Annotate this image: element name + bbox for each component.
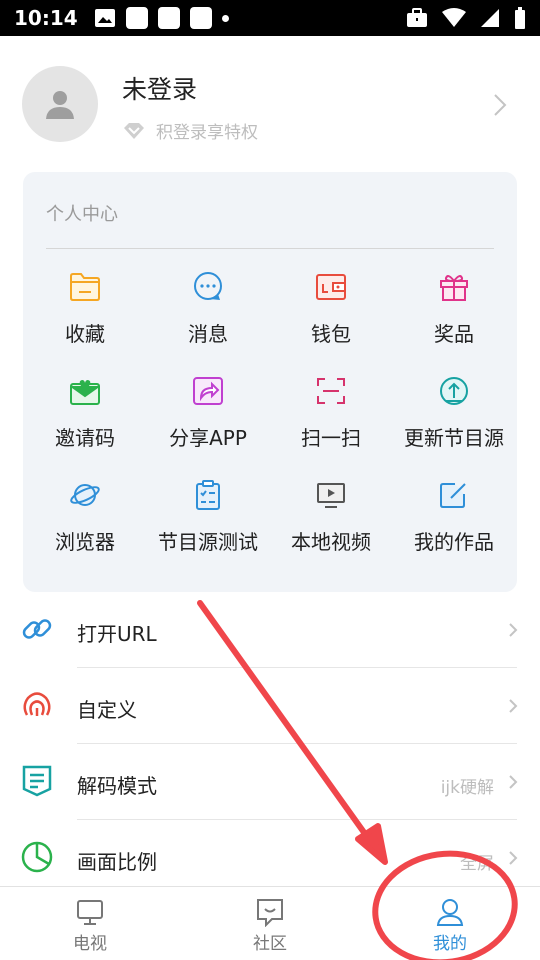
chevron-right-icon bbox=[509, 623, 518, 637]
personal-center-grid: 收藏 消息 钱包 奖品 邀请码 分享APP 扫一扫 更新节目源 浏览器 节目源测… bbox=[23, 270, 517, 582]
login-privilege-hint: 积登录享特权 bbox=[122, 118, 258, 143]
grid-item-scan[interactable]: 扫一扫 bbox=[269, 374, 393, 478]
grid-item-wallet[interactable]: 钱包 bbox=[269, 270, 393, 374]
image-notification-icon bbox=[94, 9, 115, 27]
grid-item-favorites[interactable]: 收藏 bbox=[23, 270, 147, 374]
status-time: 10:14 bbox=[14, 6, 78, 30]
personal-center-card: 个人中心 收藏 消息 钱包 奖品 邀请码 分享APP 扫一扫 更新节目源 浏览器… bbox=[23, 172, 517, 592]
app-notification-icon bbox=[189, 7, 212, 29]
clipboard-test-icon bbox=[191, 478, 225, 512]
folder-icon bbox=[68, 270, 102, 304]
more-notifications-dot-icon bbox=[221, 14, 229, 22]
grid-item-invite-code[interactable]: 邀请码 bbox=[23, 374, 147, 478]
gift-icon bbox=[437, 270, 471, 304]
menu-item-decode-mode[interactable]: 解码模式 ijk硬解 bbox=[0, 744, 540, 820]
wallet-icon bbox=[314, 270, 348, 304]
aspect-ratio-value: 全屏 bbox=[460, 854, 494, 874]
app-notification-icon bbox=[157, 7, 180, 29]
tab-mine[interactable]: 我的 bbox=[360, 887, 540, 960]
pie-ratio-icon bbox=[21, 841, 53, 873]
menu-item-aspect-ratio[interactable]: 画面比例 全屏 bbox=[0, 820, 540, 896]
menu-item-open-url[interactable]: 打开URL bbox=[0, 592, 540, 668]
chevron-right-icon bbox=[509, 699, 518, 713]
monitor-play-icon bbox=[314, 478, 348, 512]
grid-item-messages[interactable]: 消息 bbox=[146, 270, 270, 374]
chat-community-icon bbox=[257, 899, 283, 927]
tab-community[interactable]: 社区 bbox=[180, 887, 360, 960]
diamond-icon bbox=[124, 122, 144, 139]
login-privilege-text: 积登录享特权 bbox=[156, 123, 258, 143]
default-user-avatar-icon bbox=[46, 91, 74, 119]
personal-center-title: 个人中心 bbox=[46, 204, 118, 225]
divider bbox=[46, 248, 494, 249]
chevron-right-icon[interactable] bbox=[492, 92, 508, 118]
scan-icon bbox=[314, 374, 348, 408]
invite-envelope-icon bbox=[68, 374, 102, 408]
message-bubble-icon bbox=[191, 270, 225, 304]
profile-header[interactable]: 未登录 积登录享特权 bbox=[0, 36, 540, 172]
update-upload-icon bbox=[437, 374, 471, 408]
notification-icons bbox=[94, 7, 229, 29]
planet-browser-icon bbox=[68, 478, 102, 512]
grid-item-local-video[interactable]: 本地视频 bbox=[269, 478, 393, 582]
grid-item-my-works[interactable]: 我的作品 bbox=[392, 478, 516, 582]
user-icon bbox=[436, 899, 464, 926]
battery-icon bbox=[515, 7, 525, 29]
grid-item-share-app[interactable]: 分享APP bbox=[146, 374, 270, 478]
briefcase-icon bbox=[407, 8, 427, 27]
grid-item-source-test[interactable]: 节目源测试 bbox=[146, 478, 270, 582]
grid-item-prizes[interactable]: 奖品 bbox=[392, 270, 516, 374]
login-status-name[interactable]: 未登录 bbox=[122, 70, 197, 106]
decode-mode-value: ijk硬解 bbox=[440, 778, 494, 798]
status-bar: 10:14 bbox=[0, 0, 540, 36]
chevron-right-icon bbox=[509, 775, 518, 789]
avatar[interactable] bbox=[22, 66, 98, 142]
custom-rss-icon bbox=[23, 692, 51, 716]
share-icon bbox=[191, 374, 225, 408]
settings-menu: 打开URL 自定义 解码模式 ijk硬解 画面比例 全屏 bbox=[0, 592, 540, 896]
chevron-right-icon bbox=[509, 851, 518, 865]
grid-item-browser[interactable]: 浏览器 bbox=[23, 478, 147, 582]
bottom-tab-bar: 电视 社区 我的 bbox=[0, 886, 540, 960]
edit-square-icon bbox=[437, 478, 471, 512]
grid-item-update-source[interactable]: 更新节目源 bbox=[392, 374, 516, 478]
signal-icon bbox=[481, 9, 499, 27]
decode-mode-icon bbox=[22, 765, 52, 797]
tv-icon bbox=[77, 900, 103, 925]
link-icon bbox=[22, 619, 52, 639]
app-notification-icon bbox=[125, 7, 148, 29]
menu-item-custom[interactable]: 自定义 bbox=[0, 668, 540, 744]
tab-tv[interactable]: 电视 bbox=[0, 887, 180, 960]
wifi-icon bbox=[442, 8, 466, 27]
